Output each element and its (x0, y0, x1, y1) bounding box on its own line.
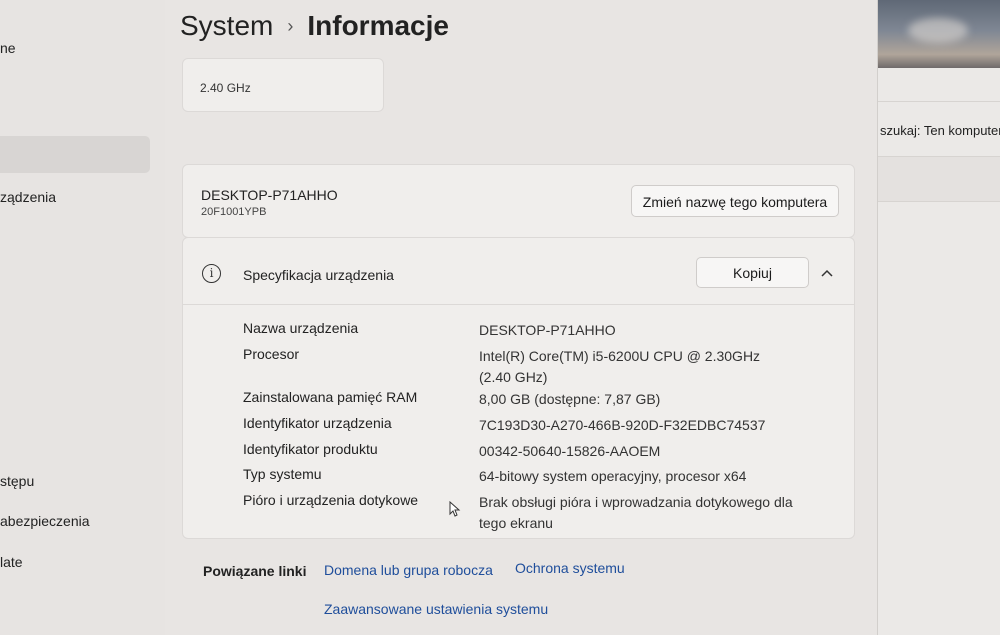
info-icon: i (202, 264, 221, 283)
background-window: szukaj: Ten komputer (877, 0, 1000, 635)
device-specs-header[interactable]: i Specyfikacja urządzenia Kopiuj (183, 238, 854, 305)
device-model: 20F1001YPB (201, 206, 267, 218)
device-name: DESKTOP-P71AHHO (201, 187, 338, 203)
rename-pc-button[interactable]: Zmień nazwę tego komputera (631, 185, 839, 217)
processor-speed-value: 2.40 GHz (200, 81, 251, 95)
page-title: Informacje (307, 10, 449, 41)
desktop-wallpaper (878, 0, 1000, 68)
spec-value: 64-bitowy system operacyjny, procesor x6… (479, 468, 747, 484)
spec-value: 8,00 GB (dostępne: 7,87 GB) (479, 391, 661, 407)
sidebar: ne ządzenia stępu abezpieczenia late (0, 0, 165, 635)
spec-value: DESKTOP-P71AHHO (479, 322, 616, 338)
device-specs-title: Specyfikacja urządzenia (243, 267, 394, 283)
spec-label: Identyfikator produktu (243, 441, 378, 457)
explorer-window: szukaj: Ten komputer (878, 68, 1000, 635)
device-name-card: DESKTOP-P71AHHO 20F1001YPB Zmień nazwę t… (182, 164, 855, 238)
sidebar-item-accessibility[interactable]: stępu (0, 471, 34, 491)
device-specs-card: i Specyfikacja urządzenia Kopiuj Nazwa u… (182, 237, 855, 539)
spec-value: 7C193D30-A270-466B-920D-F32EDBC74537 (479, 417, 766, 433)
sidebar-item-update[interactable]: late (0, 552, 23, 572)
processor-speed-card: 2.40 GHz (182, 58, 384, 112)
spec-label: Pióro i urządzenia dotykowe (243, 492, 419, 508)
copy-button[interactable]: Kopiuj (696, 257, 809, 288)
mouse-cursor-icon (449, 501, 461, 517)
link-domain-workgroup[interactable]: Domena lub grupa robocza (324, 562, 493, 578)
link-system-protection[interactable]: Ochrona systemu (515, 560, 625, 576)
breadcrumb: System › Informacje (180, 10, 449, 42)
spec-value: 00342-50640-15826-AAOEM (479, 443, 661, 459)
spec-label: Procesor (243, 346, 300, 362)
explorer-toolbar (878, 156, 1000, 202)
explorer-search-input[interactable]: szukaj: Ten komputer (880, 123, 1000, 138)
main-content: System › Informacje 2.40 GHz DESKTOP-P71… (165, 0, 877, 635)
spec-label: Typ systemu (243, 466, 322, 482)
breadcrumb-separator-icon: › (287, 15, 294, 36)
breadcrumb-parent[interactable]: System (180, 10, 273, 42)
link-advanced-system-settings[interactable]: Zaawansowane ustawienia systemu (324, 601, 548, 617)
divider (878, 101, 1000, 102)
spec-label: Nazwa urządzenia (243, 320, 359, 336)
related-links: Powiązane linki Domena lub grupa robocza… (182, 545, 853, 635)
sidebar-item-security[interactable]: abezpieczenia (0, 511, 90, 531)
sidebar-item-selected[interactable] (0, 136, 150, 173)
spec-value: Brak obsługi pióra i wprowadzania dotyko… (479, 494, 793, 531)
spec-label: Zainstalowana pamięć RAM (243, 389, 418, 405)
sidebar-item-devices[interactable]: ządzenia (0, 187, 56, 207)
related-links-label: Powiązane linki (203, 563, 307, 579)
sidebar-item-1[interactable]: ne (0, 38, 16, 58)
chevron-up-icon[interactable] (821, 264, 833, 280)
spec-value: Intel(R) Core(TM) i5-6200U CPU @ 2.30GHz… (479, 348, 761, 385)
spec-label: Identyfikator urządzenia (243, 415, 392, 431)
